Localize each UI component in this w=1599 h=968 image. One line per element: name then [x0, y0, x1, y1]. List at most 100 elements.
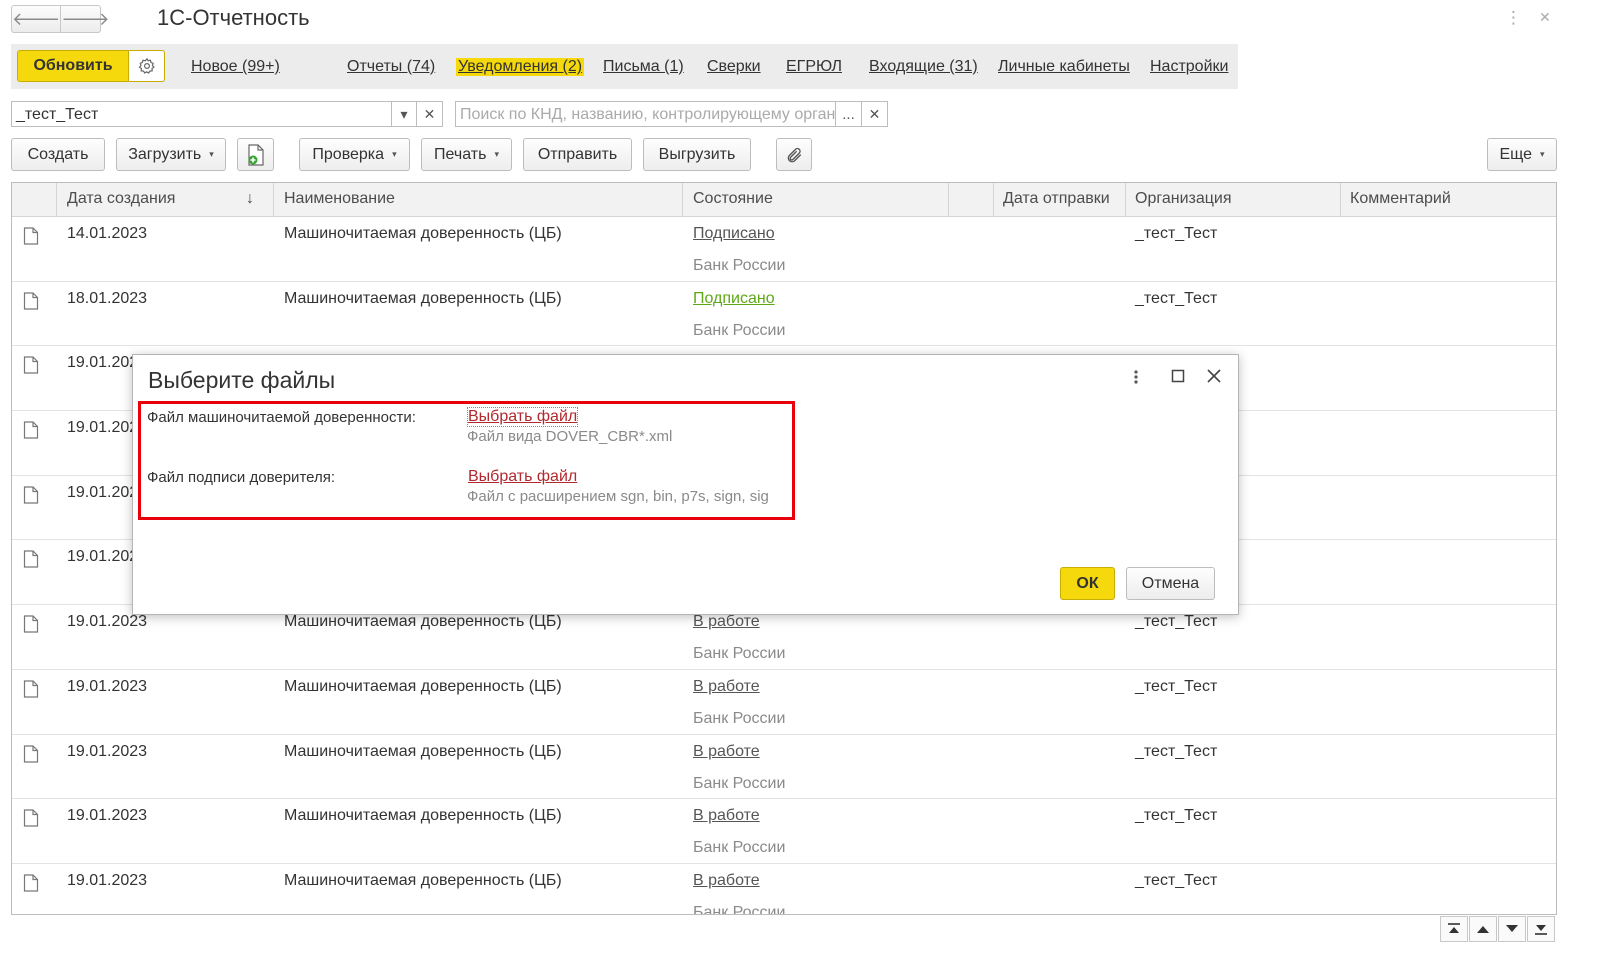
cell-state-link[interactable]: Подписано	[693, 225, 775, 243]
col-organization[interactable]: Организация	[1135, 190, 1232, 208]
table-row[interactable]: 18.01.2023 Машиночитаемая доверенность (Ц…	[12, 282, 1556, 347]
signature-file-select-link[interactable]: Выбрать файл	[468, 468, 577, 486]
cell-organization: _тест_Тест	[1135, 742, 1218, 760]
cell-authority: Банк России	[693, 774, 786, 792]
sort-desc-icon: ↓	[246, 190, 254, 207]
cell-authority: Банк России	[693, 645, 786, 663]
cell-name: Машиночитаемая доверенность (ЦБ)	[284, 613, 562, 631]
signature-file-hint: Файл с расширением sgn, bin, p7s, sign, …	[467, 488, 769, 505]
app-title: 1С-Отчетность	[157, 5, 310, 30]
col-date-sent[interactable]: Дата отправки	[1003, 190, 1110, 208]
table-row[interactable]: 19.01.2023 Машиночитаемая доверенность (Ц…	[12, 670, 1556, 735]
send-button[interactable]: Отправить	[523, 138, 632, 171]
organization-value: _тест_Тест	[16, 106, 99, 123]
cell-date-created: 19.01.2023	[67, 807, 148, 825]
organization-field[interactable]: _тест_Тест	[11, 101, 392, 127]
organization-dropdown-button[interactable]: ▾	[391, 101, 417, 127]
table-row[interactable]: 19.01.2023 Машиночитаемая доверенность (Ц…	[12, 735, 1556, 800]
ok-button[interactable]: ОК	[1060, 567, 1115, 600]
cell-date-created: 18.01.2023	[67, 289, 148, 307]
cell-date-created: 19.01.2023	[67, 613, 148, 631]
document-icon	[23, 744, 39, 767]
dialog-more-button[interactable]	[1133, 369, 1139, 385]
add-file-button[interactable]	[237, 138, 274, 171]
forward-button[interactable]: 🡒	[60, 6, 110, 32]
chevron-down-icon: ▾	[400, 105, 408, 122]
search-select-button[interactable]: ...	[835, 101, 862, 127]
upload-button[interactable]: Загрузить ▾	[116, 138, 226, 171]
more-vertical-icon	[1134, 370, 1138, 384]
link-new[interactable]: Новое (99+)	[191, 58, 280, 76]
cell-organization: _тест_Тест	[1135, 677, 1218, 695]
window-close-icon[interactable]: ✕	[1539, 9, 1551, 26]
cell-authority: Банк России	[693, 709, 786, 727]
document-icon	[23, 550, 39, 572]
cell-state-link[interactable]: Подписано	[693, 290, 775, 308]
refresh-settings-button[interactable]	[129, 50, 165, 82]
arrow-right-icon: 🡒	[61, 8, 110, 29]
col-date-created[interactable]: Дата создания	[67, 190, 175, 208]
close-icon: ✕	[423, 105, 436, 122]
link-reports[interactable]: Отчеты (74)	[347, 58, 435, 76]
poa-file-select-link[interactable]: Выбрать файл	[466, 407, 579, 427]
link-settings[interactable]: Настройки	[1150, 58, 1228, 76]
cell-organization: _тест_Тест	[1135, 613, 1218, 631]
check-button[interactable]: Проверка ▾	[299, 138, 410, 171]
link-incoming[interactable]: Входящие (31)	[869, 58, 978, 76]
cell-authority: Банк России	[693, 903, 786, 915]
cell-state-link[interactable]: В работе	[693, 743, 760, 761]
poa-file-label: Файл машиночитаемой доверенности:	[147, 409, 416, 426]
attach-button[interactable]	[776, 138, 812, 171]
cell-authority: Банк России	[693, 839, 786, 857]
double-arrow-up-icon	[1448, 923, 1460, 933]
upload-label: Загрузить	[128, 145, 202, 163]
dialog-maximize-button[interactable]	[1171, 369, 1185, 383]
more-button[interactable]: Еще ▾	[1487, 138, 1557, 171]
col-comment[interactable]: Комментарий	[1350, 190, 1451, 208]
search-clear-button[interactable]: ✕	[861, 101, 888, 127]
cell-date-created: 19.01.2023	[67, 871, 148, 889]
link-egrul[interactable]: ЕГРЮЛ	[786, 58, 842, 76]
cancel-button[interactable]: Отмена	[1126, 567, 1215, 600]
paperclip-icon	[787, 147, 802, 162]
link-notifications[interactable]: Уведомления (2)	[456, 58, 585, 76]
refresh-button[interactable]: Обновить	[17, 50, 129, 82]
table-row[interactable]: 14.01.2023 Машиночитаемая доверенность (Ц…	[12, 217, 1556, 282]
table-row[interactable]: 19.01.2023 Машиночитаемая доверенность (Ц…	[12, 864, 1556, 915]
document-icon	[23, 356, 39, 378]
link-reconciliations[interactable]: Сверки	[707, 58, 761, 76]
scroll-down-button[interactable]	[1498, 916, 1526, 942]
col-state[interactable]: Состояние	[693, 190, 773, 208]
cell-authority: Банк России	[693, 257, 786, 274]
table-row[interactable]: 19.01.2023 Машиночитаемая доверенность (Ц…	[12, 799, 1556, 864]
col-name[interactable]: Наименование	[284, 190, 395, 208]
cell-state-link[interactable]: В работе	[693, 678, 760, 696]
print-button[interactable]: Печать ▾	[421, 138, 512, 171]
link-letters[interactable]: Письма (1)	[603, 58, 684, 76]
cell-state-link[interactable]: В работе	[693, 807, 760, 825]
scroll-up-button[interactable]	[1469, 916, 1497, 942]
dialog-close-button[interactable]	[1207, 369, 1221, 383]
select-files-dialog: Выберите файлы Файл машиночитаемой довер…	[132, 354, 1239, 615]
cell-name: Машиночитаемая доверенность (ЦБ)	[284, 807, 562, 825]
add-document-icon	[247, 143, 264, 166]
scroll-to-top-button[interactable]	[1440, 916, 1468, 942]
cell-state-link[interactable]: В работе	[693, 613, 760, 631]
arrow-down-icon	[1506, 925, 1518, 932]
organization-clear-button[interactable]: ✕	[416, 101, 443, 127]
cell-state-link[interactable]: В работе	[693, 872, 760, 890]
back-button[interactable]: 🡐	[12, 6, 60, 32]
scroll-to-bottom-button[interactable]	[1527, 916, 1555, 942]
close-icon: ✕	[868, 105, 881, 122]
cell-name: Машиночитаемая доверенность (ЦБ)	[284, 677, 562, 695]
cell-name: Машиночитаемая доверенность (ЦБ)	[284, 289, 562, 307]
search-input[interactable]: Поиск по КНД, названию, контролирующему …	[455, 101, 843, 127]
more-label: Еще	[1499, 145, 1533, 163]
print-label: Печать	[434, 145, 487, 163]
link-personal-cabinets[interactable]: Личные кабинеты	[998, 58, 1130, 76]
cell-name: Машиночитаемая доверенность (ЦБ)	[284, 742, 562, 760]
window-more-icon[interactable]: ⋮	[1505, 8, 1522, 28]
search-placeholder: Поиск по КНД, названию, контролирующему …	[460, 106, 844, 123]
export-button[interactable]: Выгрузить	[643, 138, 751, 171]
create-button[interactable]: Создать	[11, 138, 105, 171]
